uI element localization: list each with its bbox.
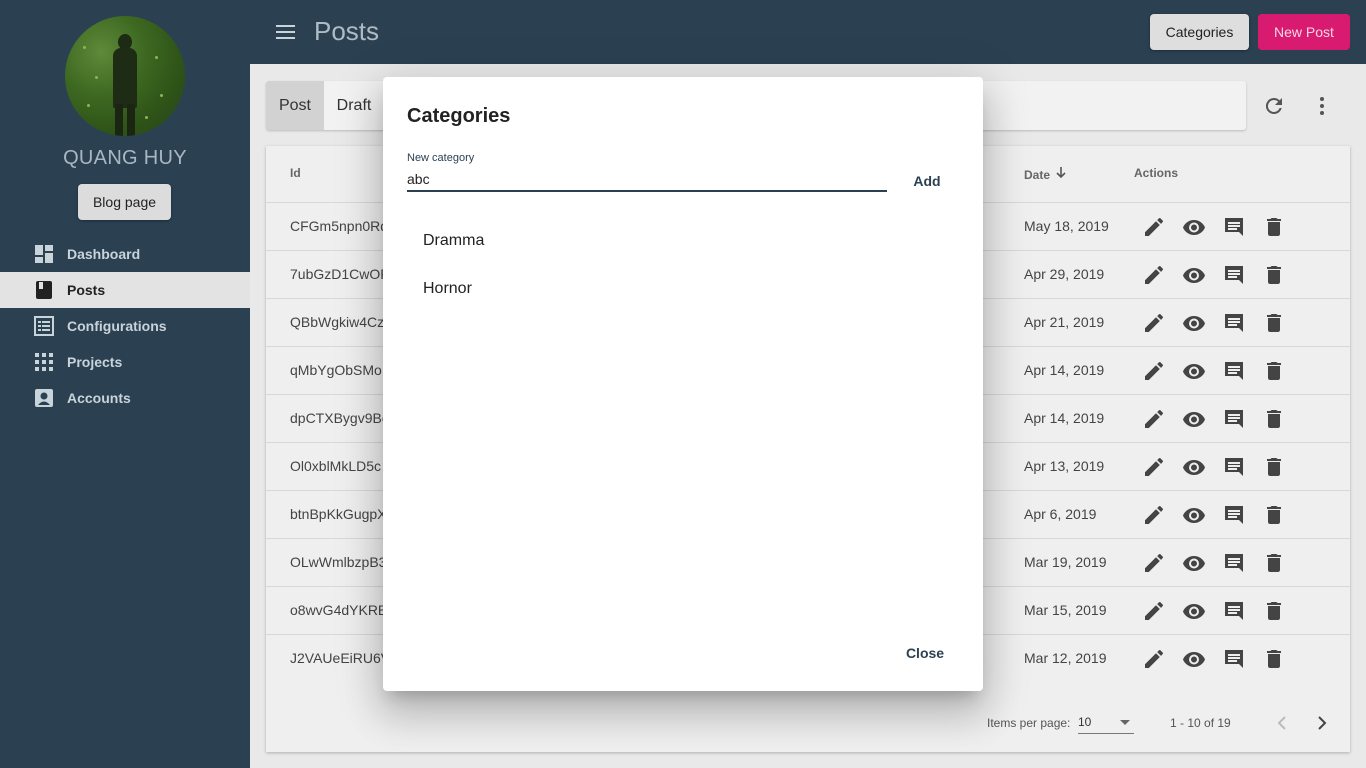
menu-icon[interactable] — [276, 22, 296, 42]
sidebar-item-dashboard[interactable]: Dashboard — [0, 236, 250, 272]
page-title: Posts — [314, 16, 380, 46]
sidebar-item-posts[interactable]: Posts — [0, 272, 250, 308]
categories-dialog: Categories New category Add Dramma Horno… — [383, 77, 983, 691]
user-name: QUANG HUY — [63, 147, 187, 169]
dialog-title: Categories — [407, 105, 511, 127]
categories-button[interactable]: Categories — [1150, 14, 1249, 50]
category-list: Dramma Hornor — [407, 217, 959, 313]
new-category-field: New category — [407, 152, 887, 194]
dashboard-icon — [34, 244, 54, 264]
sidebar-item-label: Dashboard — [67, 246, 141, 262]
new-post-button[interactable]: New Post — [1258, 14, 1350, 50]
new-category-input[interactable] — [407, 168, 887, 192]
sidebar-item-accounts[interactable]: Accounts — [0, 380, 250, 416]
sidebar: QUANG HUY Blog page Dashboard Posts Conf… — [0, 0, 250, 768]
new-category-label: New category — [407, 152, 475, 164]
sidebar-item-configurations[interactable]: Configurations — [0, 308, 250, 344]
top-bar: Posts Categories New Post — [250, 0, 1366, 64]
account-box-icon — [34, 388, 54, 408]
book-icon — [34, 280, 54, 300]
sidebar-nav: Dashboard Posts Configurations Projects … — [0, 236, 250, 416]
sidebar-item-label: Configurations — [67, 318, 167, 334]
sidebar-item-label: Projects — [67, 354, 123, 370]
sidebar-item-label: Accounts — [67, 390, 131, 406]
blog-page-button[interactable]: Blog page — [78, 184, 171, 220]
add-category-button[interactable]: Add — [901, 165, 953, 197]
avatar — [65, 16, 185, 136]
list-icon — [34, 316, 54, 336]
close-button[interactable]: Close — [897, 637, 953, 669]
category-item[interactable]: Hornor — [407, 265, 959, 313]
apps-grid-icon — [34, 352, 54, 372]
sidebar-item-projects[interactable]: Projects — [0, 344, 250, 380]
category-item[interactable]: Dramma — [407, 217, 959, 265]
sidebar-item-label: Posts — [67, 282, 106, 298]
